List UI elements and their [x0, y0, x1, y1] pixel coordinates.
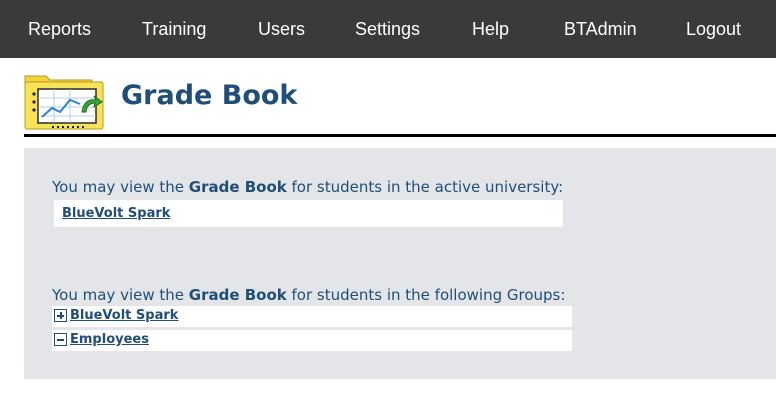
content-panel: You may view the Grade Book for students…	[24, 148, 776, 379]
nav-users[interactable]: Users	[258, 0, 305, 58]
gradebook-folder-icon	[24, 75, 104, 130]
group-row: BlueVolt Spark	[52, 306, 572, 327]
groups-intro-suffix: for students in the following Groups:	[286, 286, 566, 304]
active-university-box: BlueVolt Spark	[54, 200, 563, 227]
university-intro-suffix: for students in the active university:	[286, 178, 564, 196]
groups-intro-bold: Grade Book	[188, 286, 287, 304]
nav-reports[interactable]: Reports	[28, 0, 91, 58]
university-link[interactable]: BlueVolt Spark	[62, 206, 170, 221]
nav-training[interactable]: Training	[142, 0, 206, 58]
nav-settings[interactable]: Settings	[355, 0, 420, 58]
page-header: Grade Book	[24, 70, 776, 136]
group-row: Employees	[52, 330, 572, 351]
group-link[interactable]: BlueVolt Spark	[70, 308, 178, 323]
groups-intro-prefix: You may view the	[52, 286, 189, 304]
page-title: Grade Book	[121, 80, 298, 111]
top-nav: Reports Training Users Settings Help BTA…	[0, 0, 776, 58]
header-divider	[24, 134, 776, 137]
nav-btadmin[interactable]: BTAdmin	[564, 0, 637, 58]
collapse-toggle-icon[interactable]	[54, 333, 67, 346]
expand-toggle-icon[interactable]	[54, 309, 67, 322]
nav-logout[interactable]: Logout	[686, 0, 741, 58]
group-link[interactable]: Employees	[70, 332, 149, 347]
university-intro-prefix: You may view the	[52, 178, 189, 196]
university-intro: You may view the Grade Book for students…	[52, 178, 563, 196]
university-intro-bold: Grade Book	[188, 178, 287, 196]
groups-intro: You may view the Grade Book for students…	[52, 286, 565, 304]
nav-help[interactable]: Help	[472, 0, 509, 58]
